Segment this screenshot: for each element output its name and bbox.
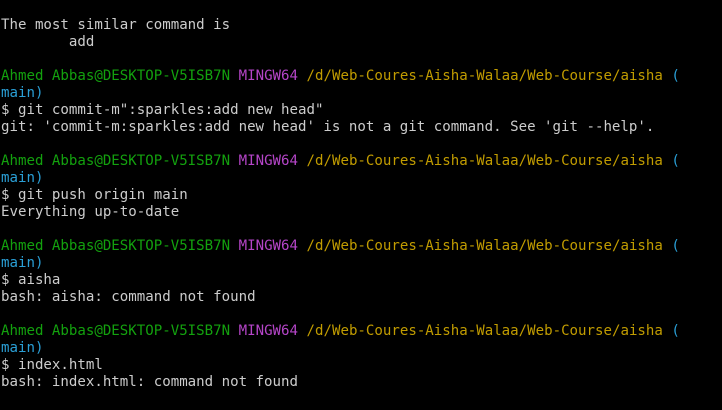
user-host: Ahmed Abbas@DESKTOP-V5ISB7N <box>1 68 231 84</box>
output-line: git: 'commit-m:sparkles:add new head' is… <box>1 119 655 135</box>
prompt-line: Ahmed Abbas@DESKTOP-V5ISB7N MINGW64 /d/W… <box>0 323 722 340</box>
user-host: Ahmed Abbas@DESKTOP-V5ISB7N <box>1 238 231 254</box>
branch-open: ( <box>671 68 680 84</box>
terminal-window[interactable]: The most similar command is add Ahmed Ab… <box>0 0 722 410</box>
output-line: bash: aisha: command not found <box>1 289 256 305</box>
command-line: $ git push origin main <box>1 187 188 203</box>
command-line: $ index.html <box>1 357 103 373</box>
branch-line: main) <box>0 170 722 187</box>
working-directory: /d/Web-Coures-Aisha-Walaa/Web-Course/ais… <box>306 323 663 339</box>
prompt-line: Ahmed Abbas@DESKTOP-V5ISB7N MINGW64 /d/W… <box>0 238 722 255</box>
command-line: $ aisha <box>1 272 61 288</box>
git-branch: main) <box>1 255 44 271</box>
branch-open: ( <box>671 153 680 169</box>
branch-open: ( <box>671 238 680 254</box>
prompt-line: Ahmed Abbas@DESKTOP-V5ISB7N MINGW64 /d/W… <box>0 153 722 170</box>
git-branch: main) <box>1 170 44 186</box>
output-line: The most similar command is <box>1 17 231 33</box>
branch-line: main) <box>0 255 722 272</box>
working-directory: /d/Web-Coures-Aisha-Walaa/Web-Course/ais… <box>306 153 663 169</box>
prompt-line: Ahmed Abbas@DESKTOP-V5ISB7N MINGW64 /d/W… <box>0 68 722 85</box>
output-line: Everything up-to-date <box>1 204 180 220</box>
output-line: bash: index.html: command not found <box>1 374 298 390</box>
branch-line: main) <box>0 85 722 102</box>
system-name: MINGW64 <box>238 153 299 169</box>
system-name: MINGW64 <box>238 238 299 254</box>
working-directory: /d/Web-Coures-Aisha-Walaa/Web-Course/ais… <box>306 238 663 254</box>
branch-line: main) <box>0 340 722 357</box>
git-branch: main) <box>1 85 44 101</box>
working-directory: /d/Web-Coures-Aisha-Walaa/Web-Course/ais… <box>306 68 663 84</box>
branch-open: ( <box>671 323 680 339</box>
git-branch: main) <box>1 340 44 356</box>
user-host: Ahmed Abbas@DESKTOP-V5ISB7N <box>1 323 231 339</box>
user-host: Ahmed Abbas@DESKTOP-V5ISB7N <box>1 153 231 169</box>
system-name: MINGW64 <box>238 323 299 339</box>
command-line: $ git commit-m":sparkles:add new head" <box>1 102 324 118</box>
output-line: add <box>1 34 95 50</box>
system-name: MINGW64 <box>238 68 299 84</box>
